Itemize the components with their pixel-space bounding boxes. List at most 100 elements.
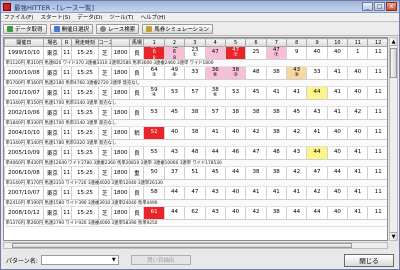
horizontal-scroll-thumb[interactable] xyxy=(12,243,352,248)
simulation-button[interactable]: 馬券シミュレーション xyxy=(142,23,214,34)
close-window-button[interactable]: x xyxy=(386,2,397,11)
horse-cell[interactable]: 37 xyxy=(163,166,186,180)
horse-cell[interactable]: 47 xyxy=(204,46,226,60)
horse-cell[interactable]: 50 xyxy=(143,166,165,180)
horse-cell[interactable]: 40 xyxy=(326,186,349,200)
column-header[interactable]: 発走時刻 xyxy=(71,38,99,47)
horse-cell[interactable]: 59 ④ xyxy=(143,86,165,100)
column-header[interactable]: 7 xyxy=(265,38,288,47)
horse-cell[interactable]: 53 xyxy=(163,86,186,100)
horse-cell[interactable]: 53 xyxy=(224,86,247,100)
race-row[interactable]: 2002/10/06 東京 11 15:25 芝 1800 良 53 45 38 57 38 38 38 4… xyxy=(4,106,387,120)
horse-cell[interactable]: 44 xyxy=(224,166,247,180)
horse-cell[interactable]: 42 xyxy=(285,166,308,180)
horse-cell[interactable]: 44 xyxy=(306,86,328,100)
maximize-button[interactable]: □ xyxy=(374,2,385,11)
horse-cell[interactable]: 67 6 8 xyxy=(143,46,165,60)
horse-cell[interactable]: 38 xyxy=(265,106,288,120)
horse-cell[interactable]: 40 xyxy=(347,126,369,140)
horse-cell[interactable]: 11 xyxy=(367,46,387,60)
horse-cell[interactable]: 36 ⑥ xyxy=(204,66,226,80)
horse-cell[interactable]: 11 xyxy=(367,66,387,80)
menu-tools[interactable]: ツール(T) xyxy=(109,13,133,21)
race-row[interactable]: 2007/10/07 東京 11 15:25 芝 1800 良 58 44 47 43 40 41 41 4… xyxy=(4,186,387,200)
horse-cell[interactable]: 47 xyxy=(306,166,328,180)
column-header[interactable]: 10 xyxy=(326,38,349,47)
horse-cell[interactable]: 48 xyxy=(265,146,288,160)
column-header[interactable]: R xyxy=(61,38,73,47)
date-select-button[interactable]: 開催日選択 xyxy=(49,23,94,34)
horse-cell[interactable]: 47 xyxy=(245,146,267,160)
race-search-button[interactable]: レース検索 xyxy=(96,23,140,34)
race-row[interactable]: 2008/10/12 東京 11 15:25 芝 1800 良 61 44 62 43 40 42 38 4… xyxy=(4,206,387,220)
minimize-button[interactable]: _ xyxy=(362,2,373,11)
horse-cell[interactable]: 23 ① xyxy=(184,46,206,60)
horse-cell[interactable]: 45 xyxy=(285,106,308,120)
horse-cell[interactable]: 57 xyxy=(184,86,206,100)
horse-cell[interactable]: 41 xyxy=(285,186,308,200)
horse-cell[interactable]: 40 xyxy=(347,66,369,80)
horizontal-scrollbar[interactable] xyxy=(3,242,388,249)
horse-cell[interactable]: 46 xyxy=(224,146,247,160)
horse-cell[interactable]: 38 xyxy=(184,106,206,120)
horse-cell[interactable]: 41 xyxy=(347,166,369,180)
horse-cell[interactable]: 33 xyxy=(184,66,206,80)
horse-cell[interactable]: 48 xyxy=(245,66,267,80)
horse-cell[interactable]: 51 xyxy=(184,166,206,180)
horse-cell[interactable]: 44 xyxy=(204,146,226,160)
horse-cell[interactable]: 41 xyxy=(204,126,226,140)
scroll-up-arrow-icon[interactable]: ▲ xyxy=(390,38,397,46)
horse-cell[interactable]: 11 xyxy=(367,126,387,140)
horse-cell[interactable]: 64 ③ xyxy=(143,66,165,80)
vertical-scrollbar[interactable]: ▲ ▼ xyxy=(389,37,398,241)
horse-cell[interactable]: 42 xyxy=(347,106,369,120)
horse-cell[interactable]: 57 xyxy=(204,106,226,120)
horse-cell[interactable]: 53 xyxy=(143,106,165,120)
horse-cell[interactable]: 40 xyxy=(306,46,328,60)
column-header[interactable]: 1 xyxy=(143,38,165,47)
column-header[interactable]: 9 xyxy=(306,38,328,47)
horse-cell[interactable]: 42 xyxy=(245,206,267,220)
horse-cell[interactable]: 38 xyxy=(265,66,288,80)
horse-cell[interactable]: 40 xyxy=(224,126,247,140)
horse-cell[interactable]: 61 xyxy=(143,206,165,220)
column-header[interactable] xyxy=(110,38,131,47)
horse-cell[interactable]: 11 xyxy=(367,106,387,120)
horse-cell[interactable]: 38 xyxy=(265,206,288,220)
horse-cell[interactable]: 43 ⑨ xyxy=(285,66,308,80)
horse-cell[interactable]: 44 xyxy=(163,206,186,220)
horse-cell[interactable]: 44 xyxy=(163,186,186,200)
close-button[interactable]: 閉じる xyxy=(344,253,394,267)
horse-cell[interactable]: 41 xyxy=(265,86,288,100)
horse-cell[interactable]: 48 xyxy=(184,146,206,160)
horse-cell[interactable]: 41 xyxy=(347,206,369,220)
horse-cell[interactable]: 55 xyxy=(143,146,165,160)
horse-cell[interactable]: 42 xyxy=(285,126,308,140)
horse-cell[interactable]: 41 xyxy=(285,86,308,100)
horse-cell[interactable]: 33 xyxy=(306,66,328,80)
pattern-select[interactable]: ▼ xyxy=(40,255,119,265)
horse-cell[interactable]: 52 xyxy=(143,126,165,140)
horse-cell[interactable]: 44 xyxy=(306,146,328,160)
column-header[interactable]: 11 xyxy=(347,38,369,47)
horse-cell[interactable]: 38 xyxy=(224,106,247,120)
horse-cell[interactable]: 43 xyxy=(285,146,308,160)
race-row[interactable]: 2005/10/09 東京 11 15:25 芝 1800 良 55 43 48 44 46 47 48 4… xyxy=(4,146,387,160)
horse-cell[interactable]: 41 xyxy=(265,186,288,200)
column-header[interactable]: 開催日 xyxy=(4,38,44,47)
horse-cell[interactable]: 38 xyxy=(245,106,267,120)
horse-cell[interactable]: 41 xyxy=(245,186,267,200)
race-row[interactable]: 2001/10/07 東京 11 15:25 芝 1800 良 59 ④ 53 57 38 ⑥ 53 45 4… xyxy=(4,86,387,100)
horse-cell[interactable]: 43 xyxy=(306,106,328,120)
column-header[interactable]: 12 xyxy=(367,38,387,47)
extract-bets-button[interactable]: 買い目抽出 xyxy=(130,255,191,265)
horse-cell[interactable]: 44 xyxy=(285,206,308,220)
race-row[interactable]: 1999/10/10 東京 11 15:25 芝 1800 良 67 6 8 48 6 8 23 ① 47 47… xyxy=(4,46,387,60)
column-header[interactable]: 5 xyxy=(224,38,247,47)
scroll-down-arrow-icon[interactable]: ▼ xyxy=(390,232,397,240)
horse-cell[interactable]: 43 xyxy=(204,186,226,200)
horse-cell[interactable]: 40 xyxy=(326,46,349,60)
horse-cell[interactable]: 41 xyxy=(326,106,349,120)
vertical-scroll-thumb[interactable] xyxy=(390,48,397,78)
horse-cell[interactable]: 40 xyxy=(326,206,349,220)
